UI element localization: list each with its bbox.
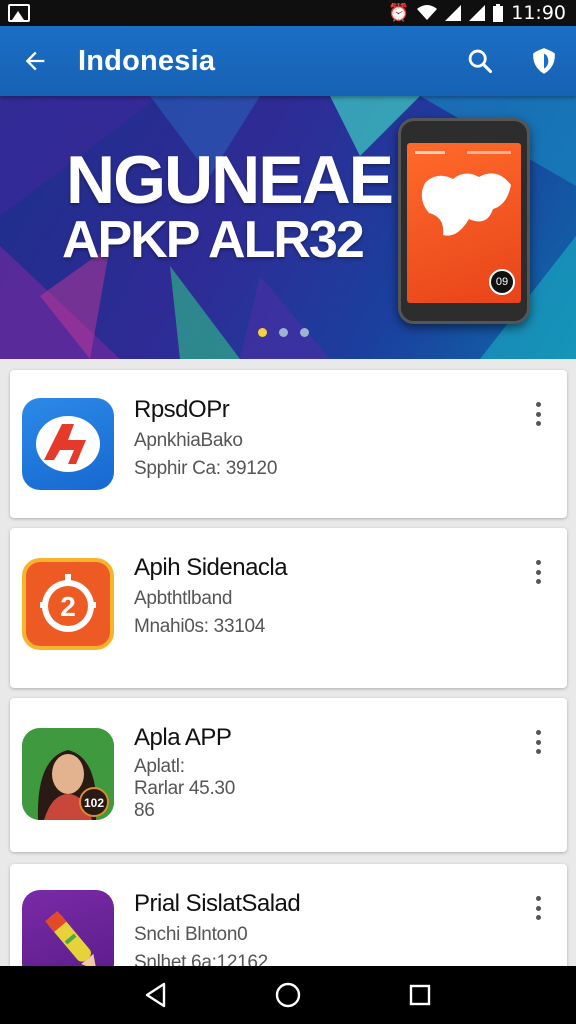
app-subtitle: Apbthtlband (134, 588, 233, 609)
app-info: Apla APP Aplatl: Rarlar 45.30 86 (134, 724, 235, 822)
recents-square-icon (409, 984, 431, 1006)
nav-home-button[interactable] (263, 970, 313, 1020)
page-title: Indonesia (78, 44, 216, 77)
app-subtitle: Aplatl: (134, 756, 185, 777)
phone-screen: 09 (407, 143, 521, 303)
more-options-button[interactable] (527, 400, 549, 428)
back-button[interactable] (0, 26, 70, 96)
shield-button[interactable] (512, 26, 576, 96)
home-circle-icon (275, 982, 301, 1008)
carousel-dot[interactable] (279, 328, 288, 337)
app-meta: Mnahi0s: 33104 (134, 616, 266, 637)
svg-text:102: 102 (84, 796, 104, 810)
app-title: Prial SislatSalad (134, 890, 301, 917)
more-options-button[interactable] (527, 558, 549, 586)
app-card[interactable]: 102 Apla APP Aplatl: Rarlar 45.30 86 (10, 698, 567, 852)
alarm-icon: ⏰ (388, 2, 410, 23)
red-arrow-app-icon (22, 398, 114, 490)
app-title: Apla APP (134, 724, 232, 751)
app-card[interactable]: 2 Apih Sidenacla Apbthtlband Mnahi0s: 33… (10, 528, 567, 688)
app-card[interactable]: RpsdOPr ApnkhiaBako Spphir Ca: 39120 (10, 370, 567, 518)
status-time: 11:90 (511, 2, 566, 24)
nav-back-button[interactable] (131, 970, 181, 1020)
person-photo-app-icon: 102 (22, 728, 114, 820)
svg-text:2: 2 (60, 591, 76, 622)
battery-icon (493, 4, 504, 22)
search-icon (468, 49, 493, 74)
carousel-dot[interactable] (300, 328, 309, 337)
carousel-indicator (258, 328, 309, 337)
phone-badge: 09 (489, 269, 515, 295)
back-triangle-icon (145, 982, 166, 1008)
app-info: Apih Sidenacla Apbthtlband Mnahi0s: 3310… (134, 554, 288, 638)
phone-illustration: 09 (398, 118, 530, 324)
app-title: RpsdOPr (134, 396, 230, 423)
promo-banner[interactable]: NGUNEAE APKP ALR32 09 (0, 96, 576, 359)
shield-icon (533, 48, 555, 74)
app-info: RpsdOPr ApnkhiaBako Spphir Ca: 39120 (134, 396, 277, 480)
system-nav-bar (0, 966, 576, 1024)
signal-icon (445, 5, 462, 21)
gallery-icon (8, 4, 30, 22)
banner-title: NGUNEAE (66, 142, 394, 218)
app-info: Prial SislatSalad Snchi Blnton0 Snlhet 6… (134, 890, 301, 974)
more-options-button[interactable] (527, 894, 549, 922)
carousel-dot[interactable] (258, 328, 267, 337)
app-bar: Indonesia (0, 26, 576, 96)
app-subtitle: Snchi Blnton0 (134, 924, 248, 945)
banner-subtitle: APKP ALR32 (62, 211, 365, 269)
more-options-button[interactable] (527, 728, 549, 756)
nav-recents-button[interactable] (395, 970, 445, 1020)
app-subtitle: ApnkhiaBako (134, 430, 243, 451)
status-bar: ⏰ 11:90 (0, 0, 576, 26)
app-title: Apih Sidenacla (134, 554, 288, 581)
app-meta: Spphir Ca: 39120 (134, 458, 278, 479)
arrow-left-icon (25, 51, 45, 71)
search-button[interactable] (448, 26, 512, 96)
app-meta-extra: 86 (134, 800, 155, 821)
wifi-icon (417, 5, 438, 20)
orange-gear-app-icon: 2 (22, 558, 114, 650)
signal-icon (469, 5, 486, 21)
app-meta: Rarlar 45.30 (134, 778, 235, 799)
